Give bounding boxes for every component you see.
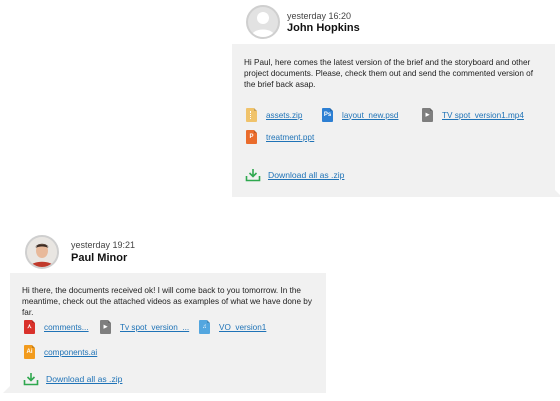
download-icon: [245, 169, 261, 182]
attachment[interactable]: ♫ VO_version1: [199, 318, 266, 336]
message-author: John Hopkins: [287, 22, 360, 34]
message-text: Hi there, the documents received ok! I w…: [22, 286, 312, 317]
zip-file-icon: [246, 108, 257, 122]
download-all-button[interactable]: Download all as .zip: [23, 372, 122, 386]
avatar[interactable]: [25, 235, 59, 269]
message-text: Hi Paul, here comes the latest version o…: [244, 58, 533, 89]
message-timestamp: yesterday 19:21: [71, 240, 136, 250]
avatar[interactable]: [246, 5, 280, 39]
attachment[interactable]: ▶ Tv spot_version_...: [100, 318, 189, 336]
attachment-link[interactable]: layout_new.psd: [342, 110, 398, 121]
bubble-tail: [555, 190, 560, 197]
attachment[interactable]: ⋏ comments...: [24, 318, 89, 336]
pdf-file-icon: ⋏: [24, 320, 35, 334]
video-file-icon: ▶: [100, 320, 111, 334]
download-all-label[interactable]: Download all as .zip: [268, 170, 344, 181]
user-placeholder-icon: [251, 12, 275, 37]
message-bubble: Hi Paul, here comes the latest version o…: [232, 44, 560, 197]
message-author: Paul Minor: [71, 252, 128, 264]
attachment[interactable]: assets.zip: [246, 106, 302, 124]
attachment[interactable]: P treatment.ppt: [246, 128, 314, 146]
audio-file-icon: ♫: [199, 320, 210, 334]
attachment-link[interactable]: TV spot_version1.mp4: [442, 110, 524, 121]
attachment[interactable]: ▶ TV spot_version1.mp4: [422, 106, 524, 124]
attachment-link[interactable]: assets.zip: [266, 110, 302, 121]
message-bubble: Hi there, the documents received ok! I w…: [3, 273, 326, 393]
attachment[interactable]: Ps layout_new.psd: [322, 106, 398, 124]
attachment-link[interactable]: comments...: [44, 322, 89, 333]
ppt-file-icon: P: [246, 130, 257, 144]
download-all-label[interactable]: Download all as .zip: [46, 374, 122, 385]
psd-file-icon: Ps: [322, 108, 333, 122]
message-timestamp: yesterday 16:20: [287, 11, 352, 21]
user-photo: [27, 237, 57, 267]
attachment-link[interactable]: Tv spot_version_...: [120, 322, 189, 333]
ai-file-icon: Ai: [24, 345, 35, 359]
attachment[interactable]: Ai components.ai: [24, 343, 97, 361]
attachment-link[interactable]: VO_version1: [219, 322, 266, 333]
video-file-icon: ▶: [422, 108, 433, 122]
attachment-link[interactable]: components.ai: [44, 347, 97, 358]
bubble-tail: [3, 386, 10, 393]
download-icon: [23, 373, 39, 386]
attachment-link[interactable]: treatment.ppt: [266, 132, 314, 143]
download-all-button[interactable]: Download all as .zip: [245, 168, 344, 182]
